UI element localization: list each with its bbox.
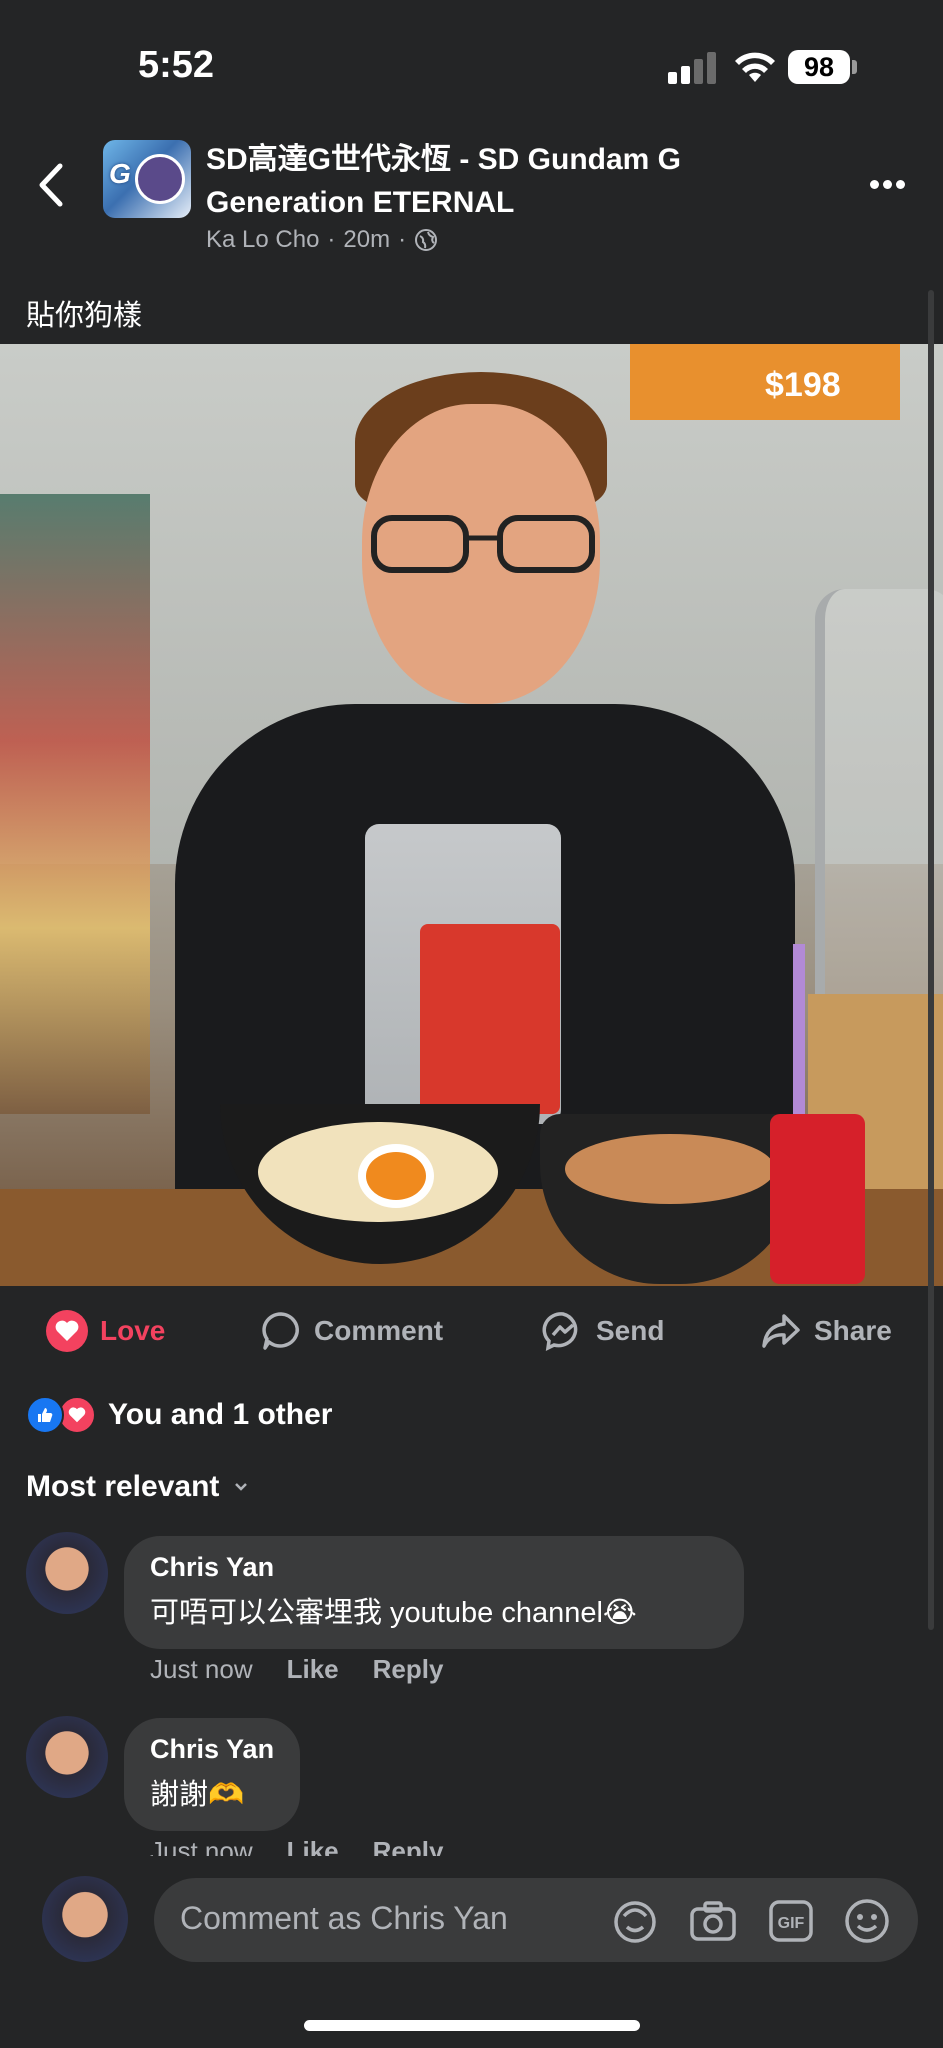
- comment-time: Just now: [150, 1654, 253, 1684]
- battery-nub: [852, 60, 857, 74]
- post-caption: 貼你狗樣: [26, 300, 143, 332]
- emoji-icon[interactable]: [842, 1896, 892, 1946]
- post-actions: Love Comment Send Share: [0, 1300, 943, 1360]
- share-icon: [762, 1314, 800, 1348]
- send-label: Send: [596, 1315, 665, 1346]
- comment-input-placeholder[interactable]: Comment as Chris Yan: [180, 1900, 508, 1937]
- comment-button[interactable]: Comment: [260, 1310, 443, 1352]
- my-avatar: [42, 1876, 128, 1962]
- back-chevron-icon[interactable]: [36, 160, 66, 210]
- wifi-icon: [735, 52, 775, 82]
- comment-author[interactable]: Chris Yan: [150, 1734, 274, 1765]
- share-button[interactable]: Share: [760, 1310, 892, 1352]
- reaction-text: You and 1 other: [108, 1398, 333, 1431]
- camera-icon[interactable]: [688, 1896, 738, 1946]
- comment-like-button[interactable]: Like: [287, 1654, 339, 1685]
- love-button[interactable]: Love: [46, 1310, 165, 1352]
- love-label: Love: [100, 1315, 166, 1346]
- post-age: 20m: [343, 226, 391, 253]
- avatar-sticker-icon[interactable]: [610, 1896, 660, 1946]
- comment-meta: Just now Like Reply: [150, 1654, 443, 1685]
- meta-separator: ·: [327, 226, 336, 253]
- comment-text: 謝謝🫶: [150, 1779, 245, 1811]
- battery-indicator: 98: [788, 50, 850, 84]
- signal-icon: [668, 52, 716, 84]
- group-logo-icon: G: [109, 158, 131, 189]
- comment-bubble[interactable]: Chris Yan 可唔可以公審埋我 youtube channel😭: [124, 1536, 744, 1649]
- mascot-icon: [135, 154, 185, 204]
- price-sign: $198: [765, 366, 841, 404]
- commenter-avatar[interactable]: [26, 1532, 108, 1614]
- love-icon: [46, 1310, 88, 1352]
- comment-reply-button[interactable]: Reply: [373, 1654, 444, 1685]
- reaction-summary[interactable]: You and 1 other: [26, 1396, 332, 1434]
- like-reaction-icon: [26, 1396, 64, 1434]
- more-dots-icon[interactable]: [870, 176, 912, 190]
- group-avatar[interactable]: G: [103, 140, 191, 218]
- group-title[interactable]: SD高達G世代永恆 - SD Gundam G Generation ETERN…: [206, 138, 766, 224]
- comment-author[interactable]: Chris Yan: [150, 1552, 718, 1583]
- post-meta: Ka Lo Cho · 20m ·: [206, 226, 438, 254]
- home-indicator[interactable]: [304, 2020, 640, 2031]
- post-photo[interactable]: $198: [0, 344, 943, 1286]
- author-name[interactable]: Ka Lo Cho: [206, 226, 319, 254]
- commenter-avatar[interactable]: [26, 1716, 108, 1798]
- status-time: 5:52: [138, 44, 215, 86]
- comment-bubble[interactable]: Chris Yan 謝謝🫶: [124, 1718, 301, 1831]
- gif-icon[interactable]: GIF: [766, 1896, 816, 1946]
- send-button[interactable]: Send: [542, 1310, 664, 1352]
- sort-label: Most relevant: [26, 1470, 220, 1503]
- messenger-icon: [542, 1312, 578, 1352]
- share-label: Share: [814, 1315, 892, 1346]
- comment-text: 可唔可以公審埋我 youtube channel😭: [150, 1597, 637, 1629]
- svg-text:GIF: GIF: [778, 1915, 805, 1932]
- comment-sort[interactable]: Most relevant: [26, 1470, 249, 1504]
- chevron-down-icon: [235, 1483, 248, 1491]
- comment-icon: [262, 1312, 299, 1350]
- comment-label: Comment: [314, 1315, 444, 1346]
- meta-separator-2: ·: [398, 226, 407, 253]
- scrollbar[interactable]: [928, 290, 934, 1630]
- globe-icon: [415, 229, 438, 251]
